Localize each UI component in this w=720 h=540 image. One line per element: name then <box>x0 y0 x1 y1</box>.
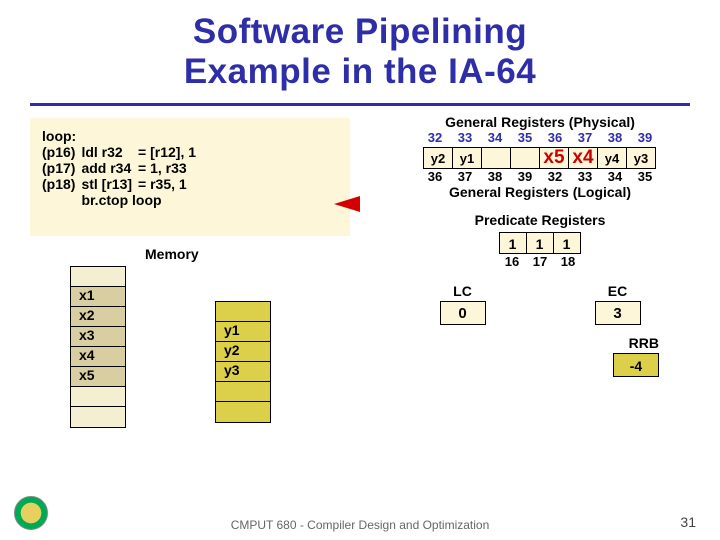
memory-column-y: y1 y2 y3 <box>215 301 271 423</box>
pred-values-row: 1 1 1 <box>385 232 695 254</box>
footer-text: CMPUT 680 - Compiler Design and Optimiza… <box>0 518 720 532</box>
title-line1: Software Pipelining <box>20 12 700 52</box>
rrb-counter: RRB -4 <box>385 335 695 377</box>
registers-panel: General Registers (Physical) 32333435363… <box>385 114 695 377</box>
instruction-table: (p16)ldl r32= [r12], 1 (p17)add r34= 1, … <box>42 144 202 208</box>
loop-label: loop: <box>42 128 338 144</box>
arrow-icon <box>334 196 360 212</box>
pred-labels-row: 161718 <box>385 254 695 269</box>
memory-label: Memory <box>145 246 199 262</box>
title-line2: Example in the IA-64 <box>20 52 700 92</box>
instr-row: (p17)add r34= 1, r33 <box>42 160 202 176</box>
phys-reg-labels: 3233343536373839 <box>385 130 695 145</box>
page-number: 31 <box>680 514 696 530</box>
code-block: loop: (p16)ldl r32= [r12], 1 (p17)add r3… <box>30 118 350 236</box>
log-reg-labels: 3637383932333435 <box>385 169 695 184</box>
ec-counter: EC 3 <box>595 283 641 325</box>
counters-row: LC 0 EC 3 <box>385 283 695 325</box>
reg-values-row: y2 y1 x5 x4 y4 y3 <box>385 147 695 169</box>
memory-column-x: x1 x2 x3 x4 x5 <box>70 266 126 428</box>
phys-reg-title: General Registers (Physical) <box>385 114 695 130</box>
lc-counter: LC 0 <box>440 283 486 325</box>
pred-reg-title: Predicate Registers <box>385 212 695 228</box>
instr-row: (p16)ldl r32= [r12], 1 <box>42 144 202 160</box>
log-reg-title: General Registers (Logical) <box>385 184 695 200</box>
instr-row: br.ctop loop <box>42 192 202 208</box>
instr-row: (p18)stl [r13]= r35, 1 <box>42 176 202 192</box>
